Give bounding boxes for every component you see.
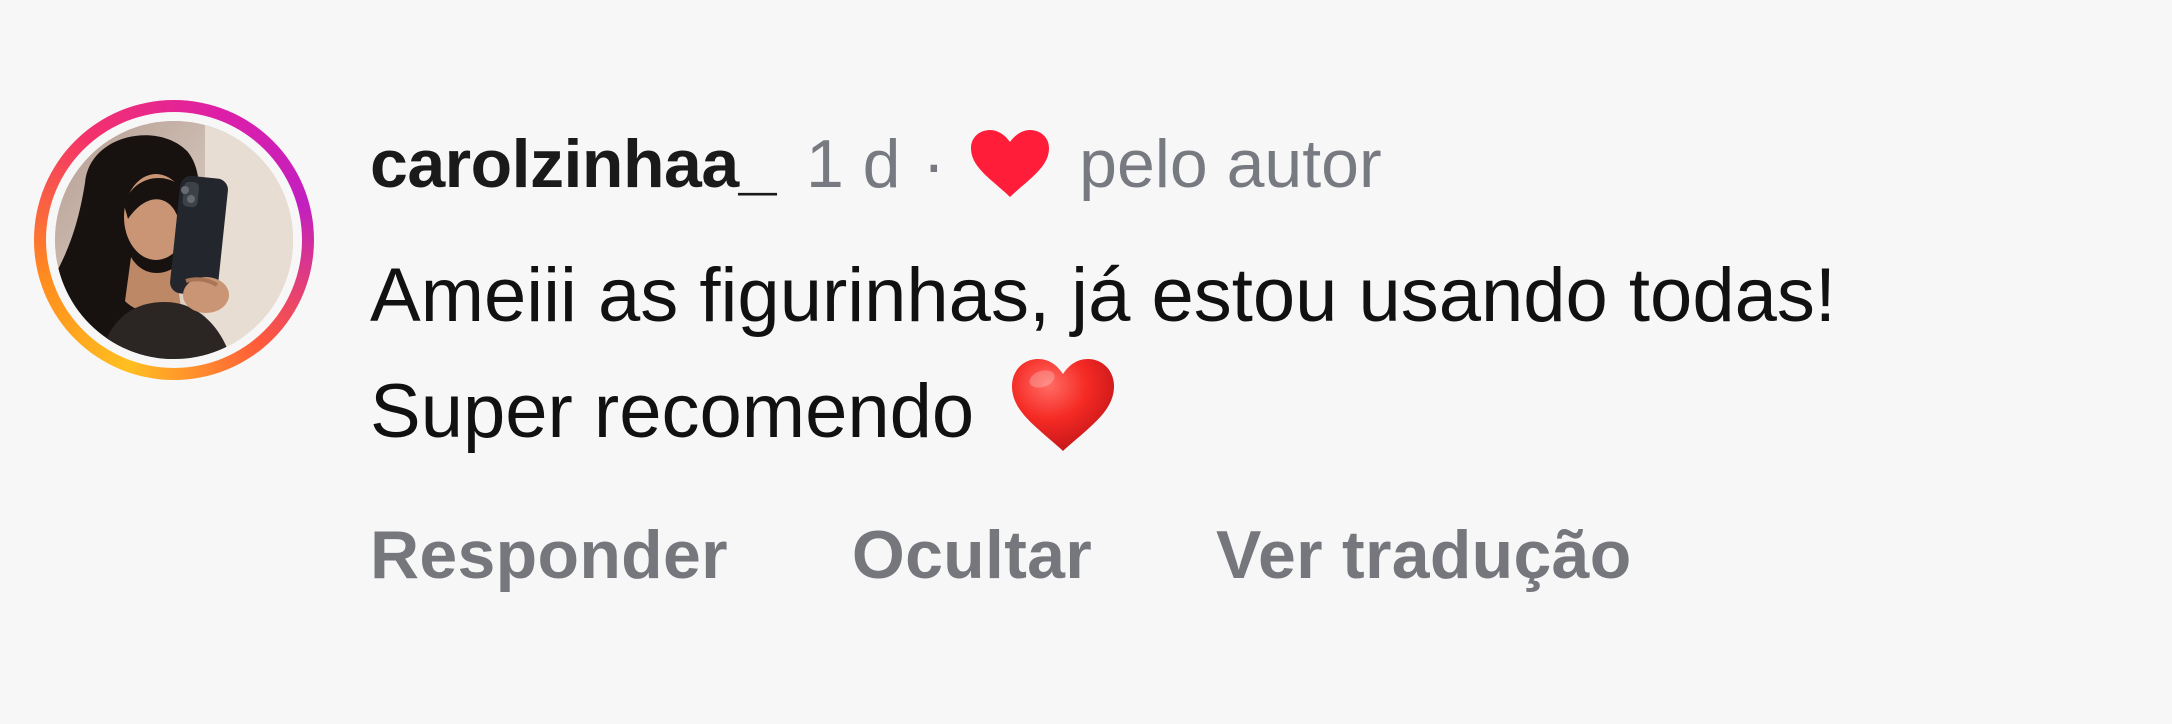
comment-actions: Responder Ocultar Ver tradução <box>370 510 1632 600</box>
meta-separator: · <box>922 126 946 202</box>
hide-button[interactable]: Ocultar <box>852 516 1092 594</box>
comment-timestamp: 1 d <box>805 126 901 202</box>
profile-photo <box>55 121 293 359</box>
comment-body: Ameiii as figurinhas, já estou usando to… <box>370 238 1930 470</box>
avatar[interactable] <box>55 121 293 359</box>
heart-icon <box>971 130 1050 197</box>
comment-card: carolzinhaa_ 1 d · pelo autor Ameiii as … <box>0 0 2172 724</box>
avatar-border <box>46 112 302 368</box>
reply-button[interactable]: Responder <box>370 516 728 594</box>
heart-emoji-icon <box>1009 355 1117 455</box>
liked-by-author-label: pelo autor <box>1079 126 1382 202</box>
story-ring[interactable] <box>34 100 314 380</box>
translate-button[interactable]: Ver tradução <box>1216 516 1632 594</box>
username-link[interactable]: carolzinhaa_ <box>370 125 776 203</box>
comment-header: carolzinhaa_ 1 d · pelo autor <box>370 124 1382 204</box>
